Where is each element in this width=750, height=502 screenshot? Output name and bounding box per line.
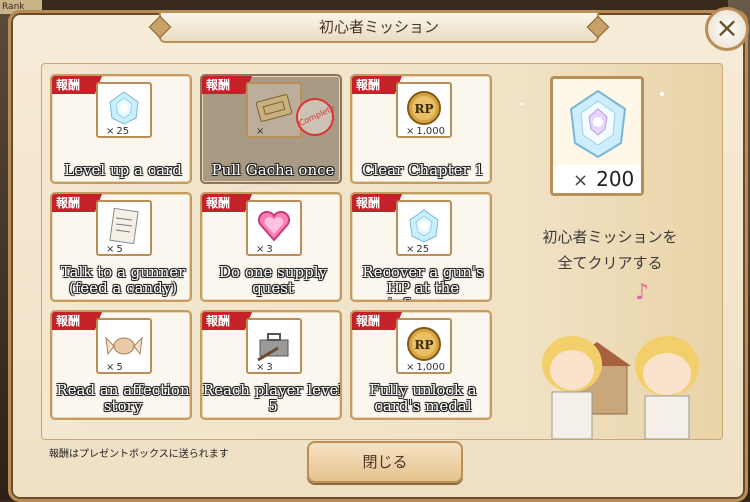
rp-medal-icon: RP (407, 327, 441, 361)
mission-label: Clear Chapter 1 (361, 161, 485, 179)
mission-label: Level up a card (64, 161, 182, 179)
close-icon[interactable]: × (705, 7, 749, 51)
mission-card[interactable]: 報酬 RP × 1,000 Fully unlock a card's medal (350, 310, 492, 420)
letter-icon (109, 207, 139, 245)
mission-card[interactable]: 報酬 × 3 Reach player level 5 (200, 310, 342, 420)
reward-badge: 報酬 (52, 194, 102, 212)
close-button[interactable]: 閉じる (307, 441, 463, 483)
crystal-rose-icon (569, 89, 627, 159)
reward-badge: 報酬 (52, 312, 102, 330)
mission-label: Recover a gun's HP at the infirmary (362, 263, 484, 300)
candy-icon (105, 336, 143, 356)
mission-card[interactable]: 報酬 × 5 Read an affection story (50, 310, 192, 420)
mission-card[interactable]: 報酬 × 3 Do one supply quest (200, 192, 342, 302)
mission-dialog: 初心者ミッション × 報酬 × 25 Level up a card 報酬 × … (8, 7, 749, 502)
crystal-rose-icon (109, 91, 139, 125)
mission-card[interactable]: 報酬 × 25 Level up a card (50, 74, 192, 184)
reward-quantity: × 3 (256, 362, 273, 373)
mission-panel: 報酬 × 25 Level up a card 報酬 × Complete Pu… (41, 63, 723, 440)
reward-quantity: × 3 (256, 244, 273, 255)
reward-quantity: × 5 (106, 362, 123, 373)
reward-badge: 報酬 (202, 76, 252, 94)
grand-reward-quantity: × 200 (553, 165, 641, 193)
clear-all-line1: 初心者ミッションを (542, 228, 678, 246)
footer-note: 報酬はプレゼントボックスに送られます (49, 449, 229, 460)
reward-badge: 報酬 (352, 194, 402, 212)
character-illustration (542, 336, 699, 439)
reward-quantity: × 25 (406, 244, 430, 255)
clear-all-text: 初心者ミッションを 全てクリアする (520, 224, 700, 276)
mission-label: Do one supply quest (219, 263, 327, 297)
mission-label: Reach player level 5 (202, 381, 342, 415)
clear-all-line2: 全てクリアする (557, 254, 663, 272)
mission-label: Pull Gacha once (211, 161, 335, 179)
reward-quantity: × 1,000 (406, 362, 446, 373)
svg-text:RP: RP (415, 102, 434, 116)
reward-badge: 報酬 (202, 312, 252, 330)
svg-text:RP: RP (415, 338, 434, 352)
reward-item-frame (96, 200, 152, 256)
crystal-rose-icon (409, 209, 439, 243)
mission-card-completed[interactable]: 報酬 × Complete Pull Gacha once (200, 74, 342, 184)
mission-card[interactable]: 報酬 × 5 Talk to a gunner (feed a candy) (50, 192, 192, 302)
reward-quantity: × 1,000 (406, 126, 446, 137)
reward-quantity: × 5 (106, 244, 123, 255)
reward-badge: 報酬 (352, 76, 402, 94)
reward-badge: 報酬 (352, 312, 402, 330)
reward-badge: 報酬 (202, 194, 252, 212)
reward-badge: 報酬 (52, 76, 102, 94)
ticket-icon (255, 94, 293, 122)
grand-reward-frame: × 200 (550, 76, 644, 196)
heart-gem-icon (257, 210, 291, 242)
reward-item-frame (246, 200, 302, 256)
reward-item-frame (96, 318, 152, 374)
mission-card[interactable]: 報酬 ×25 Recover a gun's HP at the infirma… (350, 192, 492, 302)
reward-quantity: × 25 (106, 126, 130, 137)
reward-quantity: × (256, 126, 265, 137)
rp-medal-icon: RP (407, 91, 441, 125)
reward-item-frame (246, 82, 302, 138)
mission-label: Talk to a gunner (feed a candy) (60, 263, 186, 297)
toolbox-icon (257, 333, 289, 362)
mission-label: Read an affection story (56, 381, 190, 415)
mission-label: Fully unlock a card's medal (369, 381, 477, 415)
mission-card[interactable]: 報酬 RP × 1,000 Clear Chapter 1 (350, 74, 492, 184)
music-note-icon: ♪ (635, 280, 650, 305)
reward-item-frame (246, 318, 302, 374)
dialog-title: 初心者ミッション (159, 11, 599, 43)
